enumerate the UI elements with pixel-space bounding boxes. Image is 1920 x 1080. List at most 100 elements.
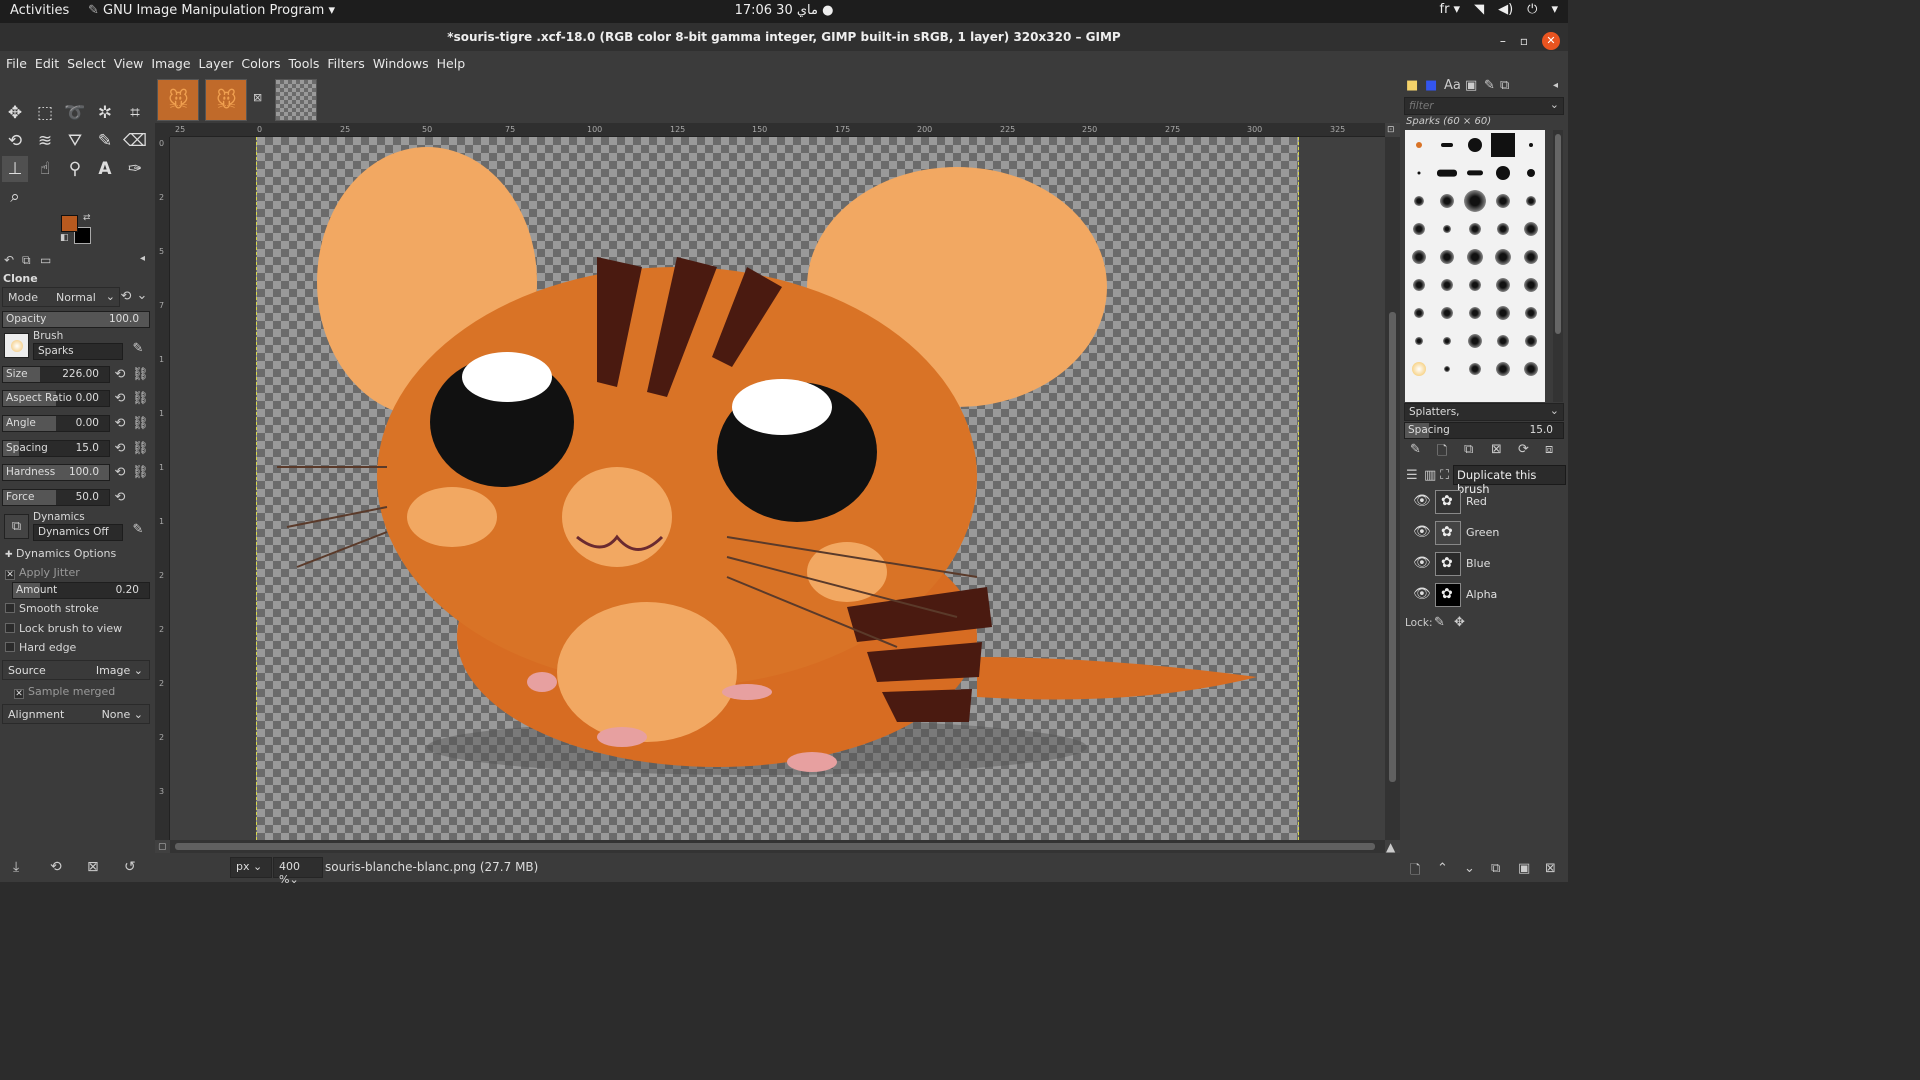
brushes-tab-icon[interactable]: ■ bbox=[1406, 78, 1418, 93]
delete-brush-icon[interactable]: ⊠ bbox=[1491, 442, 1502, 457]
paths-tool-icon[interactable]: ⚲ bbox=[62, 156, 88, 182]
brush-cell[interactable] bbox=[1433, 131, 1461, 159]
brush-cell[interactable] bbox=[1433, 159, 1461, 187]
brush-spacing-slider[interactable]: Spacing 15.0 bbox=[1404, 422, 1564, 439]
reset-hardness-icon[interactable]: ⟲ bbox=[112, 465, 128, 483]
quick-mask-icon[interactable]: ▢ bbox=[158, 842, 167, 852]
brush-cell[interactable] bbox=[1489, 271, 1517, 299]
chevron-down-icon[interactable]: ⌄ bbox=[134, 288, 150, 306]
patterns-tab-icon[interactable]: ■ bbox=[1425, 78, 1437, 93]
warp-tool-icon[interactable]: ≋ bbox=[32, 128, 58, 154]
undo-history-tab-icon[interactable]: ▭ bbox=[40, 253, 51, 267]
brush-cell[interactable] bbox=[1405, 187, 1433, 215]
layers-tab-icon[interactable]: ☰ bbox=[1406, 468, 1418, 483]
panel-menu-icon[interactable]: ◂ bbox=[140, 253, 145, 264]
lower-channel-icon[interactable]: ⌄ bbox=[1464, 861, 1475, 876]
edit-brush-icon[interactable]: ✎ bbox=[130, 341, 146, 359]
brush-tag-input[interactable]: Splatters, ⌄ bbox=[1404, 403, 1564, 421]
lasso-tool-icon[interactable]: ➰ bbox=[62, 100, 88, 126]
delete-channel-icon[interactable]: ⊠ bbox=[1545, 861, 1556, 876]
link-aspect-icon[interactable]: ⛓ bbox=[132, 391, 149, 409]
brush-cell[interactable] bbox=[1433, 271, 1461, 299]
device-status-tab-icon[interactable]: ⧉ bbox=[22, 253, 31, 268]
fonts-tab-icon[interactable]: Aa bbox=[1444, 78, 1461, 93]
brush-cell[interactable] bbox=[1461, 215, 1489, 243]
brush-cell[interactable] bbox=[1405, 271, 1433, 299]
brush-cell[interactable] bbox=[1517, 215, 1545, 243]
duplicate-channel-icon[interactable]: ⧉ bbox=[1491, 861, 1500, 876]
paths-tab-icon[interactable]: ⛶ bbox=[1440, 468, 1449, 483]
bucket-fill-tool-icon[interactable]: ⛛ bbox=[62, 128, 88, 154]
link-size-icon[interactable]: ⛓ bbox=[132, 367, 149, 385]
text-tool-icon[interactable]: A bbox=[92, 156, 118, 182]
brush-cell[interactable] bbox=[1461, 355, 1489, 383]
brush-cell[interactable] bbox=[1461, 159, 1489, 187]
close-tab-icon[interactable]: ⊠ bbox=[253, 91, 262, 104]
channel-row-red[interactable]: 👁 ✿ Red bbox=[1404, 487, 1564, 517]
eye-icon[interactable]: 👁 bbox=[1413, 586, 1431, 602]
eraser-tool-icon[interactable]: ⌫ bbox=[122, 128, 148, 154]
brush-cell[interactable] bbox=[1461, 187, 1489, 215]
force-slider[interactable]: Force 50.0 bbox=[2, 489, 110, 506]
menu-image[interactable]: Image bbox=[151, 51, 196, 75]
crop-tool-icon[interactable]: ⌗ bbox=[122, 100, 148, 126]
navigate-icon[interactable]: ▲ bbox=[1386, 840, 1395, 854]
brush-cell[interactable] bbox=[1489, 187, 1517, 215]
brush-cell[interactable] bbox=[1405, 243, 1433, 271]
brush-cell[interactable] bbox=[1461, 327, 1489, 355]
reset-aspect-icon[interactable]: ⟲ bbox=[112, 391, 128, 409]
brush-cell[interactable] bbox=[1433, 187, 1461, 215]
channel-row-green[interactable]: 👁 ✿ Green bbox=[1404, 518, 1564, 548]
dynamics-name-field[interactable]: Dynamics Off bbox=[33, 524, 123, 541]
move-tool-icon[interactable]: ✥ bbox=[2, 100, 28, 126]
image-tab-thumbnail[interactable]: 🐭 bbox=[205, 79, 247, 121]
brush-cell[interactable] bbox=[1517, 271, 1545, 299]
images-tab-icon[interactable]: ▣ bbox=[1465, 78, 1477, 93]
eye-icon[interactable]: 👁 bbox=[1413, 493, 1431, 509]
tool-options-tab-icon[interactable]: ↶ bbox=[4, 253, 14, 267]
restore-options-icon[interactable]: ⟲ bbox=[50, 859, 62, 875]
alignment-combo[interactable]: Alignment None ⌄ bbox=[2, 704, 150, 724]
lock-position-icon[interactable]: ✥ bbox=[1454, 615, 1465, 630]
opacity-slider[interactable]: Opacity 100.0 bbox=[2, 311, 150, 328]
brush-cell[interactable] bbox=[1489, 159, 1517, 187]
smooth-stroke-checkbox[interactable]: Smooth stroke bbox=[5, 602, 99, 620]
brush-cell[interactable] bbox=[1489, 215, 1517, 243]
menu-tools[interactable]: Tools bbox=[289, 51, 326, 75]
reset-spacing-icon[interactable]: ⟲ bbox=[112, 441, 128, 459]
close-icon[interactable]: ✕ bbox=[1542, 32, 1560, 50]
brush-cell[interactable] bbox=[1517, 243, 1545, 271]
brush-cell[interactable] bbox=[1461, 299, 1489, 327]
lock-brush-checkbox[interactable]: Lock brush to view bbox=[5, 622, 122, 640]
clock[interactable]: 17:06 ماي 30 ● bbox=[0, 3, 1568, 18]
unit-combo[interactable]: px ⌄ bbox=[230, 857, 272, 878]
reset-options-icon[interactable]: ↺ bbox=[124, 859, 136, 875]
foreground-color-swatch[interactable] bbox=[61, 215, 78, 232]
brush-cell[interactable] bbox=[1433, 215, 1461, 243]
swap-colors-icon[interactable]: ⇄ bbox=[83, 213, 91, 223]
mode-combo[interactable]: Mode Normal ⌄ bbox=[2, 287, 120, 307]
paint-dynamics-tab-icon[interactable]: ✎ bbox=[1484, 78, 1495, 93]
source-combo[interactable]: Source Image ⌄ bbox=[2, 660, 150, 680]
eye-icon[interactable]: 👁 bbox=[1413, 524, 1431, 540]
channel-row-alpha[interactable]: 👁 ✿ Alpha bbox=[1404, 580, 1564, 610]
brush-cell[interactable] bbox=[1405, 215, 1433, 243]
brush-cell[interactable] bbox=[1461, 243, 1489, 271]
brush-preview[interactable] bbox=[4, 333, 29, 358]
menu-help[interactable]: Help bbox=[437, 51, 472, 75]
channel-row-blue[interactable]: 👁 ✿ Blue bbox=[1404, 549, 1564, 579]
image-canvas[interactable] bbox=[256, 137, 1299, 840]
brush-filter-input[interactable]: filter ⌄ bbox=[1404, 97, 1564, 115]
new-brush-icon[interactable]: 🗋 bbox=[1437, 442, 1447, 464]
brush-cell[interactable] bbox=[1489, 243, 1517, 271]
menu-filters[interactable]: Filters bbox=[327, 51, 370, 75]
aspect-ratio-slider[interactable]: Aspect Ratio 0.00 bbox=[2, 390, 110, 407]
brush-scrollbar[interactable] bbox=[1553, 130, 1563, 402]
brush-cell[interactable] bbox=[1405, 327, 1433, 355]
color-picker-tool-icon[interactable]: ✑ bbox=[122, 156, 148, 182]
rect-select-tool-icon[interactable]: ⬚ bbox=[32, 100, 58, 126]
image-tab-thumbnail[interactable]: 🐭 bbox=[157, 79, 199, 121]
paintbrush-tool-icon[interactable]: ✎ bbox=[92, 128, 118, 154]
channel-to-selection-icon[interactable]: ▣ bbox=[1518, 861, 1530, 876]
brush-cell[interactable] bbox=[1489, 327, 1517, 355]
